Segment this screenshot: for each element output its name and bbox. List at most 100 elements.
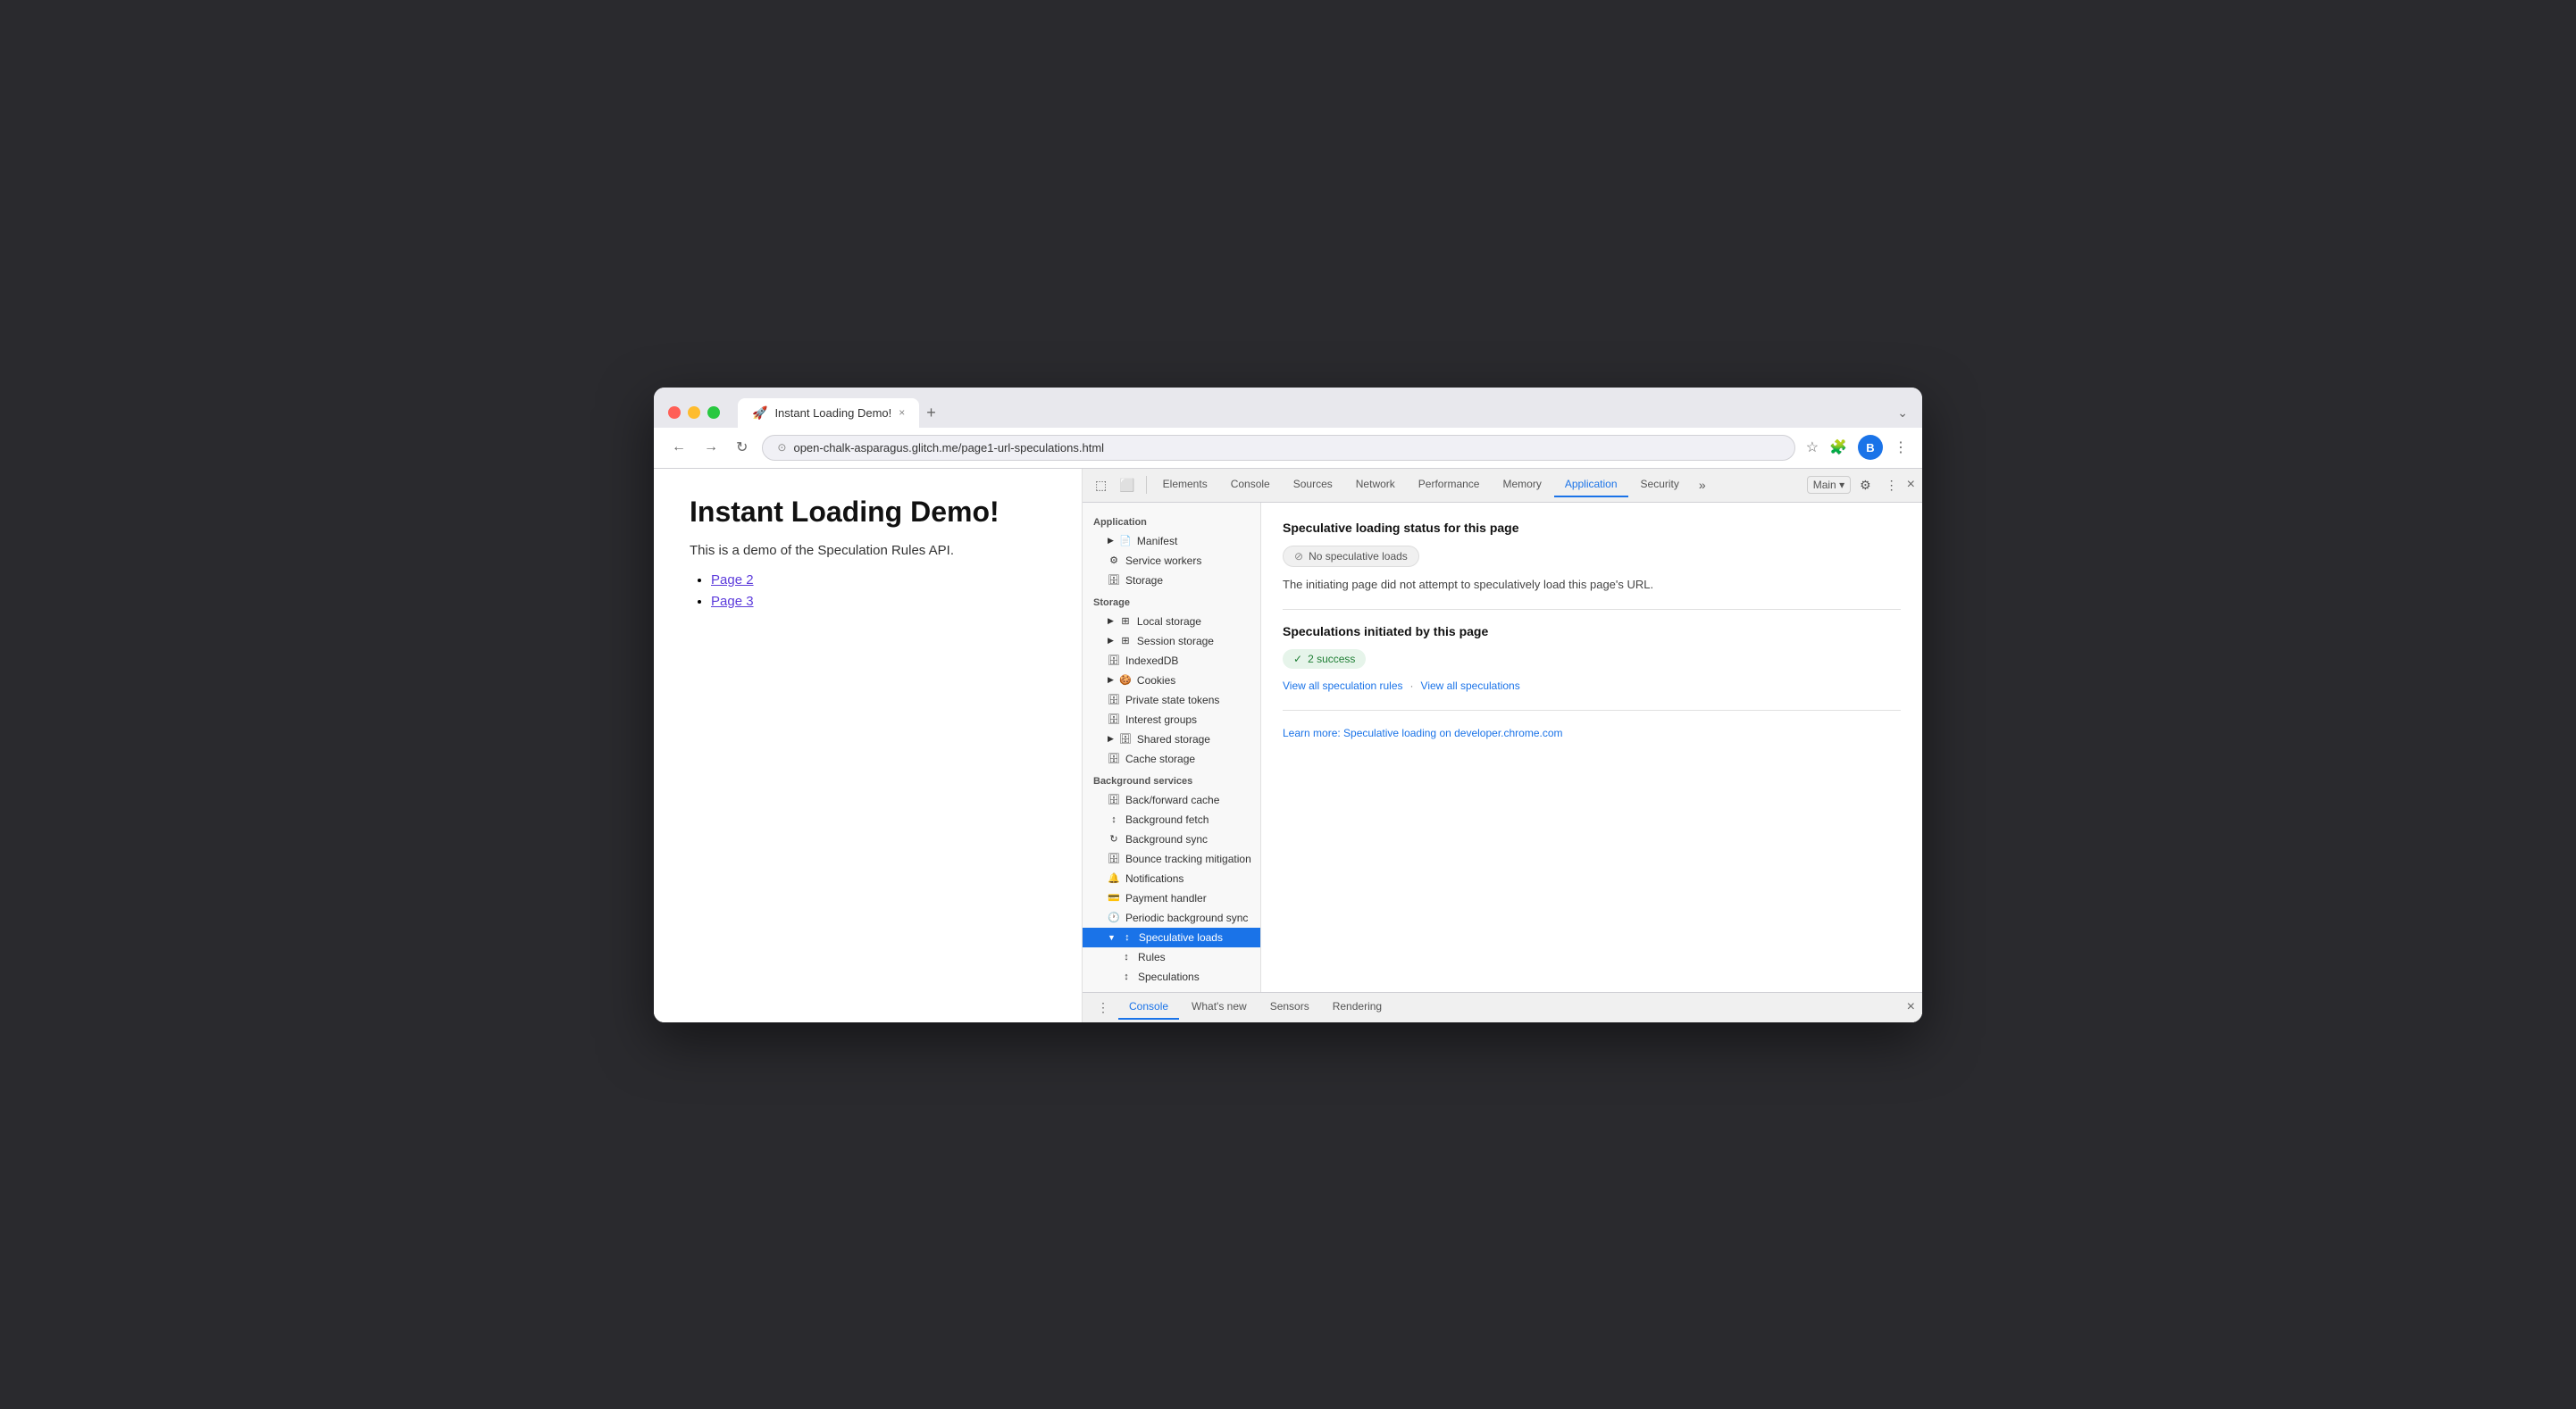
view-speculation-rules-link[interactable]: View all speculation rules — [1283, 679, 1403, 692]
tab-bar: 🚀 Instant Loading Demo! × + — [738, 398, 1886, 428]
security-icon: ⊙ — [777, 441, 786, 454]
sidebar-item-interest-groups[interactable]: 🗄 Interest groups — [1083, 710, 1260, 730]
no-loads-label: No speculative loads — [1309, 550, 1408, 563]
minimize-traffic-light[interactable] — [688, 406, 700, 419]
sidebar-item-service-workers[interactable]: ⚙ Service workers — [1083, 551, 1260, 571]
extension-button[interactable]: 🧩 — [1829, 438, 1847, 456]
sidebar-item-shared-storage[interactable]: ▶ 🗄 Shared storage — [1083, 730, 1260, 749]
rules-icon: ↕ — [1120, 952, 1133, 963]
bookmark-button[interactable]: ☆ — [1806, 438, 1819, 456]
sidebar-item-label: Notifications — [1125, 872, 1183, 885]
sidebar-item-label: Shared storage — [1137, 733, 1210, 746]
sidebar-item-payment-handler[interactable]: 💳 Payment handler — [1083, 888, 1260, 908]
browser-tab-active[interactable]: 🚀 Instant Loading Demo! × — [738, 398, 919, 428]
sidebar-item-bounce-tracking[interactable]: 🗄 Bounce tracking mitigation — [1083, 849, 1260, 869]
sidebar-item-label: Interest groups — [1125, 713, 1197, 726]
bottom-menu-button[interactable]: ⋮ — [1090, 996, 1117, 1019]
speculations-title: Speculations initiated by this page — [1283, 624, 1901, 638]
sidebar-item-storage[interactable]: 🗄 Storage — [1083, 571, 1260, 590]
separator: · — [1410, 679, 1414, 692]
tab-memory[interactable]: Memory — [1492, 472, 1551, 497]
devtools-toolbar: ⬚ ⬜ Elements Console Sources Network Per… — [1083, 469, 1922, 503]
close-traffic-light[interactable] — [668, 406, 681, 419]
more-button[interactable]: ⋮ — [1894, 438, 1908, 456]
tab-security[interactable]: Security — [1630, 472, 1690, 497]
sidebar-item-private-state-tokens[interactable]: 🗄 Private state tokens — [1083, 690, 1260, 710]
bottom-tab-sensors[interactable]: Sensors — [1259, 995, 1320, 1020]
background-section-title: Background services — [1083, 769, 1260, 790]
private-state-tokens-icon: 🗄 — [1108, 694, 1120, 705]
devtools-sidebar: Application ▶ 📄 Manifest ⚙ Service worke… — [1083, 503, 1261, 992]
status-description: The initiating page did not attempt to s… — [1283, 578, 1901, 591]
notifications-icon: 🔔 — [1108, 872, 1120, 884]
profile-button[interactable]: B — [1858, 435, 1883, 460]
new-tab-button[interactable]: + — [919, 400, 943, 426]
sidebar-item-speculative-loads[interactable]: ▼ ↕ Speculative loads — [1083, 928, 1260, 947]
forward-button[interactable]: → — [700, 436, 722, 459]
success-label: 2 success — [1308, 653, 1355, 665]
bottom-tab-console[interactable]: Console — [1118, 995, 1179, 1020]
sidebar-item-local-storage[interactable]: ▶ ⊞ Local storage — [1083, 612, 1260, 631]
reload-button[interactable]: ↻ — [732, 435, 751, 460]
context-selector[interactable]: Main ▾ — [1807, 476, 1851, 494]
bottom-close-button[interactable]: × — [1907, 999, 1915, 1015]
sidebar-item-back-forward-cache[interactable]: 🗄 Back/forward cache — [1083, 790, 1260, 810]
tab-console[interactable]: Console — [1220, 472, 1281, 497]
bottom-tab-rendering[interactable]: Rendering — [1322, 995, 1393, 1020]
tab-dropdown-button[interactable]: ⌄ — [1897, 405, 1908, 421]
sidebar-item-label: Rules — [1138, 951, 1166, 963]
title-bar: 🚀 Instant Loading Demo! × + ⌄ — [654, 388, 1922, 428]
local-storage-arrow: ▶ — [1108, 616, 1114, 626]
sidebar-item-label: Periodic background sync — [1125, 912, 1248, 924]
sidebar-item-periodic-background-sync[interactable]: 🕐 Periodic background sync — [1083, 908, 1260, 928]
sidebar-item-indexeddb[interactable]: 🗄 IndexedDB — [1083, 651, 1260, 671]
devtools-right: Main ▾ ⚙ ⋮ × — [1807, 474, 1915, 496]
page3-link[interactable]: Page 3 — [711, 594, 754, 609]
sidebar-item-label: Back/forward cache — [1125, 794, 1219, 806]
sidebar-item-cache-storage[interactable]: 🗄 Cache storage — [1083, 749, 1260, 769]
sidebar-item-background-sync[interactable]: ↻ Background sync — [1083, 830, 1260, 849]
bottom-bar: ⋮ Console What's new Sensors Rendering × — [1083, 992, 1922, 1022]
sidebar-item-speculations[interactable]: ↕ Speculations — [1083, 967, 1260, 987]
tab-application[interactable]: Application — [1554, 472, 1628, 497]
learn-more-link[interactable]: Learn more: Speculative loading on devel… — [1283, 727, 1563, 739]
session-storage-arrow: ▶ — [1108, 636, 1114, 646]
session-storage-icon: ⊞ — [1119, 635, 1132, 646]
tab-close-button[interactable]: × — [899, 406, 905, 419]
page2-link[interactable]: Page 2 — [711, 572, 754, 588]
sidebar-item-rules[interactable]: ↕ Rules — [1083, 947, 1260, 967]
no-speculative-loads-badge: ⊘ No speculative loads — [1283, 546, 1419, 567]
tab-elements[interactable]: Elements — [1152, 472, 1218, 497]
sidebar-item-manifest[interactable]: ▶ 📄 Manifest — [1083, 531, 1260, 551]
more-tabs-button[interactable]: » — [1694, 474, 1711, 496]
toolbar-icons: ☆ 🧩 B ⋮ — [1806, 435, 1908, 460]
tab-sources[interactable]: Sources — [1283, 472, 1343, 497]
sidebar-item-background-fetch[interactable]: ↕ Background fetch — [1083, 810, 1260, 830]
view-speculations-link[interactable]: View all speculations — [1421, 679, 1520, 692]
devtools-body: Application ▶ 📄 Manifest ⚙ Service worke… — [1083, 503, 1922, 992]
interest-groups-icon: 🗄 — [1108, 713, 1120, 725]
inspect-element-button[interactable]: ⬚ — [1090, 474, 1112, 496]
settings-button[interactable]: ⚙ — [1854, 474, 1877, 496]
tab-network[interactable]: Network — [1345, 472, 1406, 497]
devtools-more-button[interactable]: ⋮ — [1880, 474, 1903, 496]
storage-section-title: Storage — [1083, 590, 1260, 612]
local-storage-icon: ⊞ — [1119, 615, 1132, 627]
sidebar-item-cookies[interactable]: ▶ 🍪 Cookies — [1083, 671, 1260, 690]
devtools-close-button[interactable]: × — [1907, 477, 1915, 493]
indexeddb-icon: 🗄 — [1108, 654, 1120, 666]
maximize-traffic-light[interactable] — [707, 406, 720, 419]
bottom-tab-whats-new[interactable]: What's new — [1181, 995, 1258, 1020]
tab-performance[interactable]: Performance — [1408, 472, 1491, 497]
sidebar-item-session-storage[interactable]: ▶ ⊞ Session storage — [1083, 631, 1260, 651]
back-button[interactable]: ← — [668, 436, 690, 459]
periodic-sync-icon: 🕐 — [1108, 912, 1120, 923]
sidebar-item-label: IndexedDB — [1125, 654, 1178, 667]
url-bar[interactable]: ⊙ open-chalk-asparagus.glitch.me/page1-u… — [762, 435, 1794, 461]
device-toggle-button[interactable]: ⬜ — [1114, 474, 1140, 496]
page-description: This is a demo of the Speculation Rules … — [690, 543, 1046, 558]
success-badge: ✓ 2 success — [1283, 649, 1366, 669]
sidebar-item-notifications[interactable]: 🔔 Notifications — [1083, 869, 1260, 888]
sidebar-item-label: Manifest — [1137, 535, 1177, 547]
main-panel: Speculative loading status for this page… — [1261, 503, 1922, 992]
